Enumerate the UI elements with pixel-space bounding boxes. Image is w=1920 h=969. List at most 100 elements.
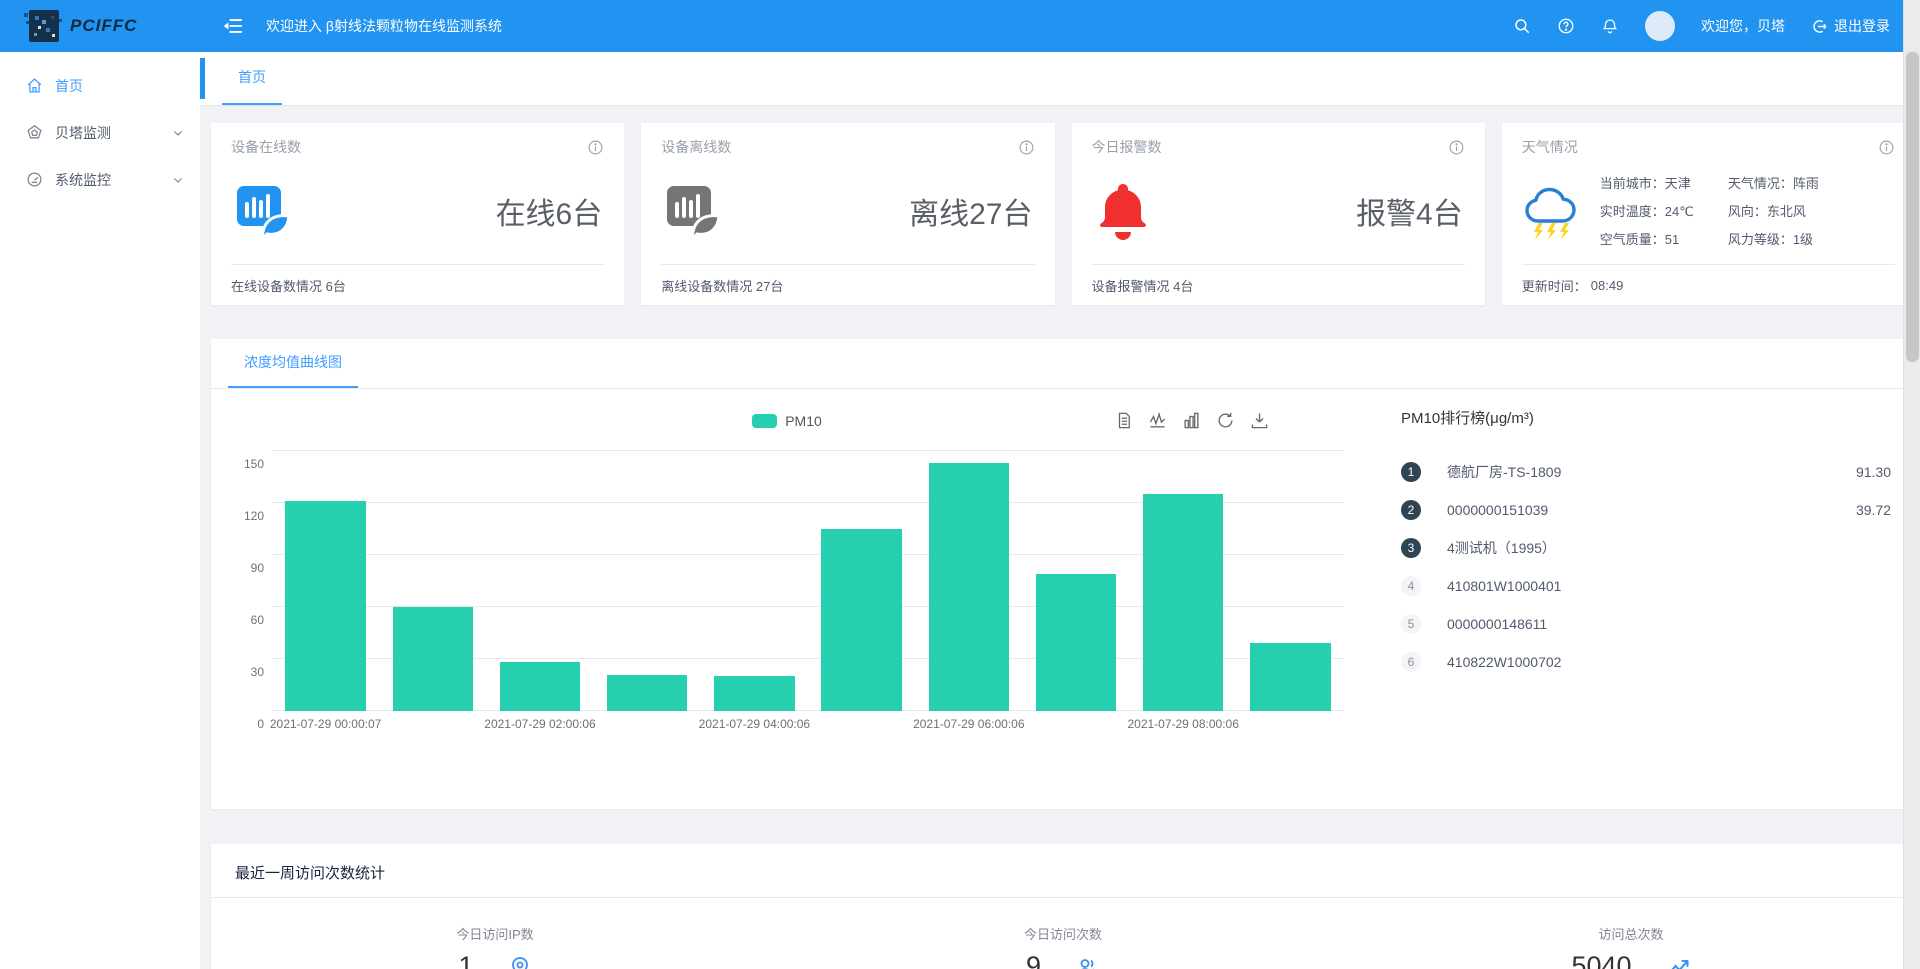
today-visits-value: 9: [1026, 951, 1041, 969]
tab-home[interactable]: 首页: [222, 51, 282, 105]
toolbox-data-view-icon[interactable]: [1115, 411, 1133, 430]
logout-button[interactable]: 退出登录: [1811, 16, 1890, 36]
y-axis-tick: 30: [251, 665, 264, 679]
alarm-count-value: 报警4台: [1356, 189, 1463, 233]
card-footer: 离线设备数情况 27台: [661, 264, 1034, 305]
x-axis-tick: 2021-07-29 08:00:06: [1127, 717, 1238, 731]
rank-device-name: 0000000151039: [1447, 502, 1548, 518]
search-icon[interactable]: [1513, 17, 1531, 35]
bar-pm10[interactable]: [929, 463, 1009, 711]
visits-card-title: 最近一周访问次数统计: [211, 844, 1915, 897]
card-device-offline: 设备离线数 离线27台 离线设备数情况 27台: [641, 123, 1054, 305]
rank-badge: 4: [1401, 576, 1421, 596]
chevron-down-icon: [172, 127, 184, 139]
weather-condition: 天气情况：阵雨: [1728, 173, 1819, 192]
y-axis-tick: 90: [251, 561, 264, 575]
rank-value: 39.72: [1856, 502, 1891, 518]
page-welcome-title: 欢迎进入 β射线法颗粒物在线监测系统: [266, 16, 502, 36]
ranking-row: 1德航厂房-TS-180991.30: [1401, 460, 1891, 484]
notification-bell-icon[interactable]: [1601, 17, 1619, 35]
y-axis-tick: 150: [244, 457, 264, 471]
rank-device-name: 德航厂房-TS-1809: [1447, 462, 1561, 482]
stat-label: 今日访问IP数: [456, 924, 533, 943]
weekly-visits-card: 最近一周访问次数统计 今日访问IP数 1 今日访问次数 9: [211, 844, 1915, 969]
location-pin-icon: [508, 955, 532, 969]
sidebar-item-system-monitor[interactable]: 系统监控: [0, 156, 200, 203]
ranking-title: PM10排行榜(μg/m³): [1401, 407, 1891, 428]
ranking-row: 50000000148611: [1401, 612, 1891, 636]
bar-pm10[interactable]: [500, 662, 580, 711]
sidebar-item-home[interactable]: 首页: [0, 62, 200, 109]
user-avatar[interactable]: [1645, 11, 1675, 41]
legend-swatch: [752, 414, 777, 428]
trend-up-icon: [1666, 955, 1691, 969]
weather-wind-dir: 风向：东北风: [1728, 201, 1819, 220]
bar-pm10[interactable]: [607, 675, 687, 711]
sidebar-item-beta-monitor[interactable]: 贝塔监测: [0, 109, 200, 156]
today-ip-value: 1: [458, 951, 473, 969]
card-title: 天气情况: [1522, 137, 1578, 157]
app-logo[interactable]: PCIFFC: [0, 7, 200, 45]
rank-device-name: 410822W1000702: [1447, 654, 1561, 670]
chart-leaf-icon-gray: [663, 180, 725, 242]
y-axis-tick: 120: [244, 509, 264, 523]
stat-today-ip: 今日访问IP数 1: [211, 924, 779, 969]
toolbox-line-chart-icon[interactable]: [1148, 411, 1167, 430]
bar-pm10[interactable]: [1036, 574, 1116, 711]
thunderstorm-icon: [1522, 181, 1586, 241]
ranking-row: 3 4测试机（1995）: [1401, 536, 1891, 560]
weather-aqi: 空气质量：51: [1600, 229, 1694, 248]
rank-badge: 1: [1401, 462, 1421, 482]
x-axis-labels: 2021-07-29 00:00:072021-07-29 02:00:0620…: [272, 711, 1344, 733]
welcome-user-text: 欢迎您，贝塔: [1701, 16, 1785, 36]
page-body: 设备在线数 在线6台 在线设备数情况 6台: [200, 106, 1920, 969]
bar-pm10[interactable]: [821, 529, 901, 711]
y-axis-tick: 0: [257, 717, 264, 731]
toolbox-restore-icon[interactable]: [1216, 411, 1235, 430]
chevron-down-icon: [172, 174, 184, 186]
ranking-list: 1德航厂房-TS-180991.302000000015103939.7234测…: [1401, 460, 1891, 674]
toolbox-download-icon[interactable]: [1250, 411, 1269, 430]
rank-badge: 3: [1401, 538, 1421, 558]
ranking-row: 4 410801W1000401: [1401, 574, 1891, 598]
people-icon: [1075, 955, 1100, 969]
offline-count-value: 离线27台: [909, 189, 1032, 233]
rank-device-name: 410801W1000401: [1447, 578, 1561, 594]
rank-device-name: 4测试机（1995）: [1447, 538, 1556, 558]
concentration-chart-card: 浓度均值曲线图 PM10: [211, 339, 1915, 809]
gauge-icon: [26, 171, 43, 188]
rank-device-name: 0000000148611: [1447, 616, 1547, 632]
bar-pm10[interactable]: [393, 607, 473, 711]
bar-pm10[interactable]: [1250, 643, 1330, 711]
sidebar-fold-icon[interactable]: [222, 15, 244, 37]
card-alarm-today: 今日报警数 报警4台 设备报警情况 4台: [1072, 123, 1485, 305]
weather-city: 当前城市：天津: [1600, 173, 1694, 192]
rank-badge: 6: [1401, 652, 1421, 672]
bar-plot: 0306090120150: [272, 451, 1344, 711]
tab-concentration-curve[interactable]: 浓度均值曲线图: [228, 338, 358, 388]
bar-pm10[interactable]: [1143, 494, 1223, 711]
logo-text: PCIFFC: [70, 16, 137, 36]
info-icon[interactable]: [1448, 139, 1465, 156]
info-icon[interactable]: [1018, 139, 1035, 156]
weather-update-label: 更新时间：: [1522, 276, 1587, 295]
weather-update-time: 08:49: [1591, 278, 1624, 293]
vertical-scrollbar[interactable]: [1903, 0, 1920, 969]
scrollbar-thumb[interactable]: [1906, 52, 1919, 362]
card-title: 今日报警数: [1092, 137, 1162, 157]
info-icon[interactable]: [1878, 139, 1895, 156]
x-axis-tick: 2021-07-29 04:00:06: [699, 717, 810, 731]
card-footer: 在线设备数情况 6台: [231, 264, 604, 305]
tab-accent-bar: [200, 58, 205, 99]
toolbox-bar-chart-icon[interactable]: [1182, 411, 1201, 430]
bar-pm10[interactable]: [714, 676, 794, 711]
bar-pm10[interactable]: [285, 501, 365, 711]
weather-temp: 实时温度：24℃: [1600, 201, 1694, 220]
stat-label: 访问总次数: [1598, 924, 1663, 943]
help-icon[interactable]: [1557, 17, 1575, 35]
legend-pm10[interactable]: PM10: [752, 413, 822, 429]
info-icon[interactable]: [587, 139, 604, 156]
app-header: PCIFFC 欢迎进入 β射线法颗粒物在线监测系统 欢迎您，贝塔 退出登录: [0, 0, 1920, 52]
stat-total-visits: 访问总次数 5040: [1347, 924, 1915, 969]
logout-icon: [1811, 18, 1828, 35]
